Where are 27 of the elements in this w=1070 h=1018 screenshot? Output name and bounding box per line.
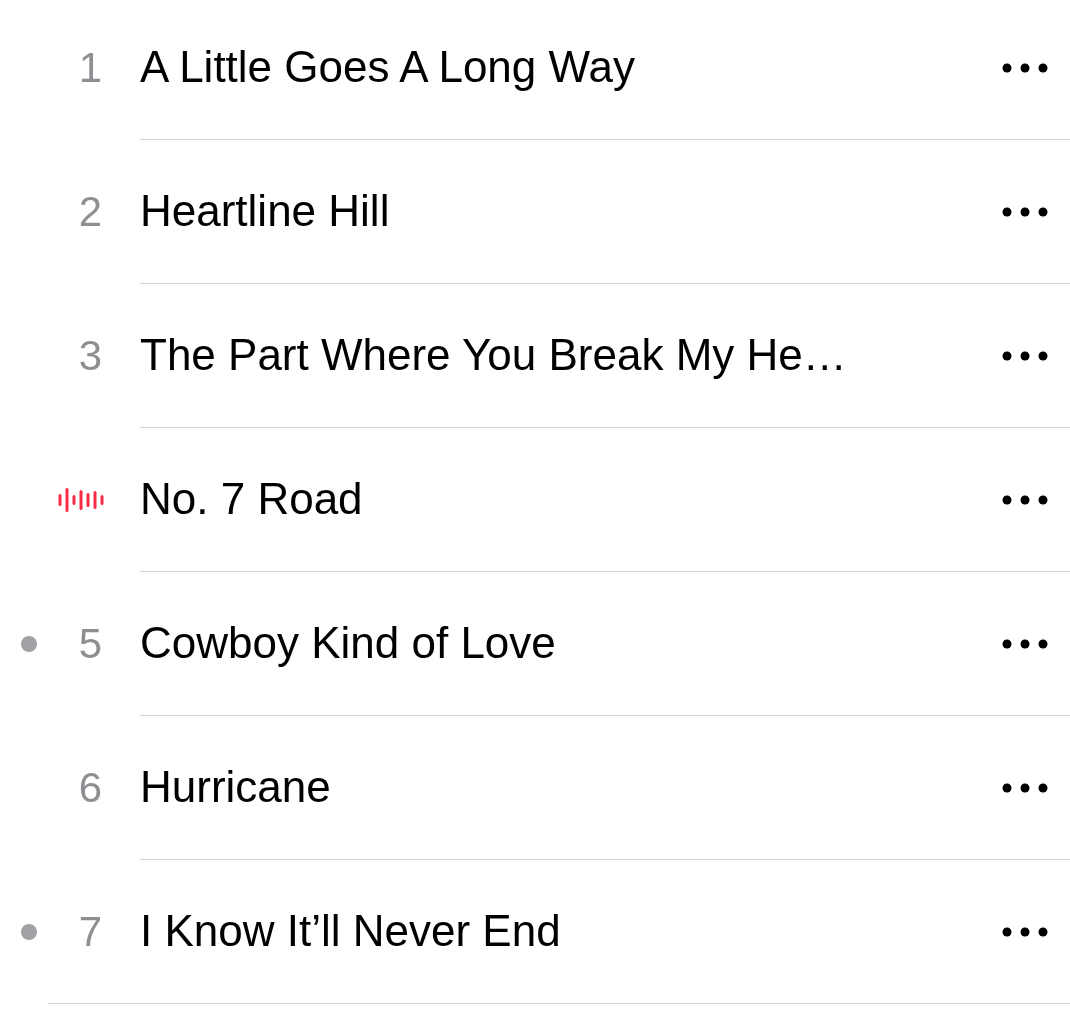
track-title: No. 7 Road <box>140 475 364 524</box>
track-number: 7 <box>77 910 102 953</box>
ellipsis-icon <box>1002 494 1048 505</box>
track-title: Hurricane <box>140 763 332 812</box>
ellipsis-icon <box>1002 62 1048 73</box>
track-row[interactable]: 5 Cowboy Kind of Love <box>0 572 1070 715</box>
track-number: 3 <box>77 334 102 377</box>
track-number: 2 <box>77 190 102 233</box>
track-title: A Little Goes A Long Way <box>140 43 636 92</box>
track-number: 1 <box>77 46 102 89</box>
track-number: 5 <box>77 622 102 665</box>
track-row[interactable]: 6 Hurricane <box>0 716 1070 859</box>
ellipsis-icon <box>1002 782 1048 793</box>
track-title: Cowboy Kind of Love <box>140 619 557 668</box>
track-row[interactable]: No. 7 Road <box>0 428 1070 571</box>
track-title: Heartline Hill <box>140 187 391 236</box>
track-number: 6 <box>77 766 102 809</box>
track-title: I Know It’ll Never End <box>140 907 562 956</box>
track-row[interactable]: 2 Heartline Hill <box>0 140 1070 283</box>
ellipsis-icon <box>1002 350 1048 361</box>
track-row[interactable]: 1 A Little Goes A Long Way <box>0 0 1070 139</box>
ellipsis-icon <box>1002 206 1048 217</box>
track-title: The Part Where You Break My He… <box>140 331 848 380</box>
ellipsis-icon <box>1002 638 1048 649</box>
track-row[interactable]: 7 I Know It’ll Never End <box>0 860 1070 1003</box>
ellipsis-icon <box>1002 926 1048 937</box>
track-row[interactable]: 3 The Part Where You Break My He… <box>0 284 1070 427</box>
